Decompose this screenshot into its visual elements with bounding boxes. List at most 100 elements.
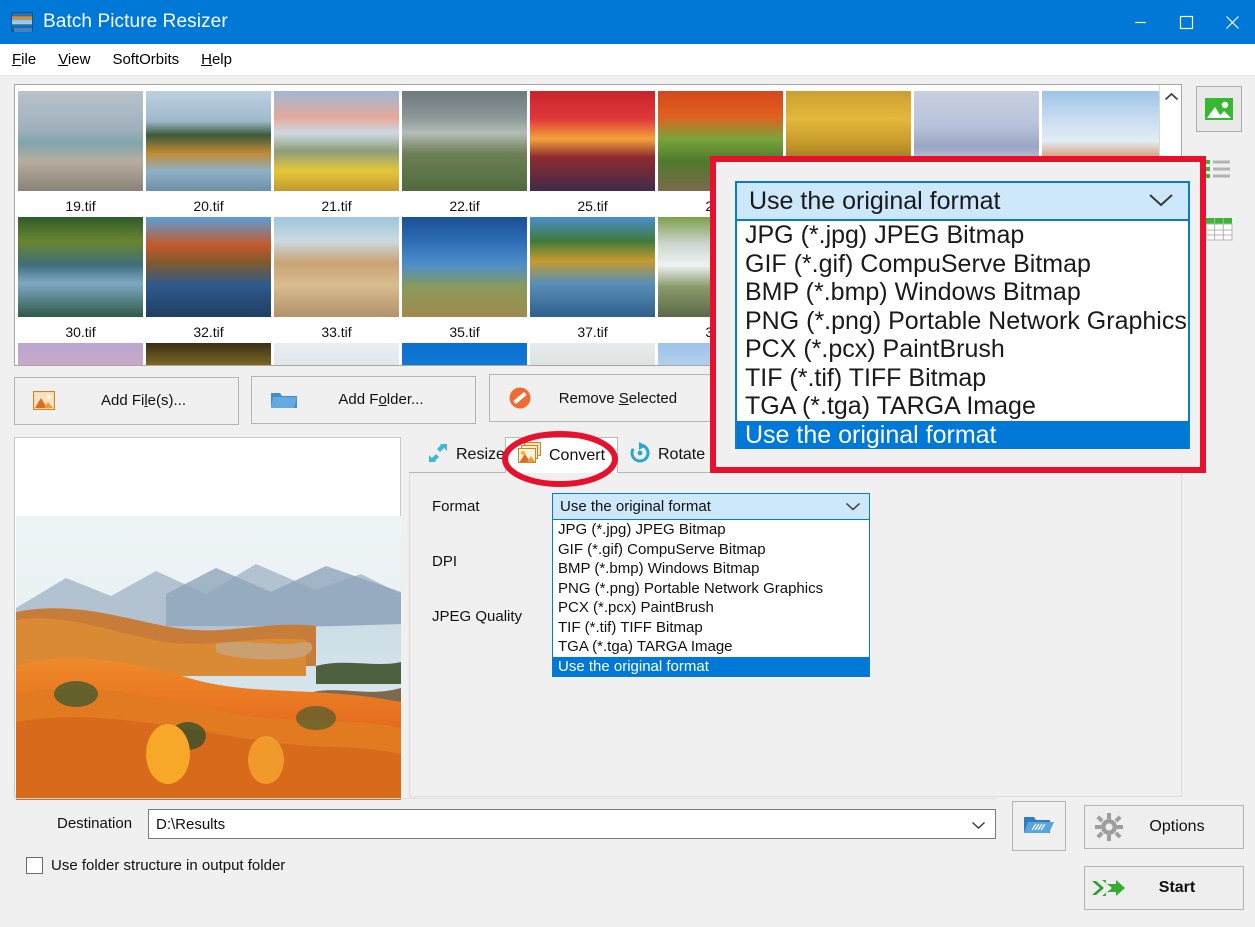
use-folder-structure-checkbox-row[interactable]: Use folder structure in output folder	[26, 857, 285, 874]
thumbnail-item[interactable]: 35.tif	[402, 321, 527, 366]
thumbnail-item[interactable]: 25.tif	[530, 195, 655, 321]
magnified-format-option[interactable]: TIF (*.tif) TIFF Bitmap	[737, 364, 1188, 393]
thumbnail-image[interactable]	[146, 343, 271, 366]
magnified-format-option[interactable]: JPG (*.jpg) JPEG Bitmap	[737, 221, 1188, 250]
thumbnail-item[interactable]: 6.tif	[146, 84, 271, 195]
menu-item-view[interactable]: View	[48, 49, 100, 70]
tab-resize[interactable]: Resize	[415, 437, 517, 473]
thumbnail-image[interactable]	[274, 91, 399, 191]
magnified-format-option[interactable]: PNG (*.png) Portable Network Graphics	[737, 307, 1188, 336]
open-folder-icon	[1023, 811, 1055, 842]
magnified-combobox-value: Use the original format	[749, 187, 1001, 216]
thumbnail-caption: 25.tif	[530, 195, 655, 217]
gear-icon	[1085, 813, 1133, 841]
format-label: Format	[432, 498, 480, 515]
menu-item-help[interactable]: Help	[191, 49, 242, 70]
thumbnail-caption: 5.tif	[18, 84, 143, 91]
browse-destination-button[interactable]	[1012, 801, 1066, 851]
magnified-format-option[interactable]: TGA (*.tga) TARGA Image	[737, 392, 1188, 421]
thumbnail-image[interactable]	[146, 91, 271, 191]
no-entry-icon	[508, 386, 536, 410]
add-files-button[interactable]: Add File(s)...	[14, 377, 239, 425]
format-option[interactable]: PNG (*.png) Portable Network Graphics	[553, 579, 869, 599]
magnified-format-option[interactable]: BMP (*.bmp) Windows Bitmap	[737, 278, 1188, 307]
thumbnail-image[interactable]	[402, 217, 527, 317]
use-folder-structure-checkbox[interactable]	[26, 857, 43, 874]
window-title: Batch Picture Resizer	[43, 11, 228, 33]
add-folder-label: Add Folder...	[298, 391, 475, 408]
dpi-label: DPI	[432, 553, 457, 570]
format-option[interactable]: GIF (*.gif) CompuServe Bitmap	[553, 540, 869, 560]
thumbnail-image[interactable]	[18, 91, 143, 191]
thumbnail-item[interactable]: 22.tif	[402, 195, 527, 321]
thumbnail-item[interactable]: 19.tif	[18, 195, 143, 321]
chevron-up-icon[interactable]	[1160, 85, 1182, 109]
remove-selected-button[interactable]: Remove Selected	[489, 374, 713, 422]
destination-input[interactable]: D:\Results	[148, 809, 996, 839]
add-files-label: Add File(s)...	[61, 392, 238, 409]
thumbnail-item[interactable]: 20.tif	[146, 195, 271, 321]
preview-image	[16, 516, 401, 800]
thumbnail-item[interactable]: 10.tif	[402, 84, 527, 195]
thumbnail-image[interactable]	[146, 217, 271, 317]
close-button[interactable]	[1209, 0, 1255, 44]
menu-item-file[interactable]: File	[2, 49, 46, 70]
thumbnail-item[interactable]: 30.tif	[18, 321, 143, 366]
thumbnail-caption: 19.tif	[18, 195, 143, 217]
format-option[interactable]: JPG (*.jpg) JPEG Bitmap	[553, 520, 869, 540]
thumbnail-image[interactable]	[18, 343, 143, 366]
resize-arrow-icon	[427, 442, 449, 469]
format-combobox[interactable]: Use the original format	[552, 493, 870, 520]
format-option[interactable]: PCX (*.pcx) PaintBrush	[553, 598, 869, 618]
thumbnail-caption: 12.tif	[658, 84, 783, 91]
image-preview-panel[interactable]	[14, 437, 401, 797]
thumbnail-item[interactable]: 21.tif	[274, 195, 399, 321]
thumbnail-item[interactable]: 5.tif	[18, 84, 143, 195]
chevron-down-icon[interactable]	[845, 499, 861, 517]
tab-rotate[interactable]: Rotate	[617, 437, 717, 473]
magnified-format-combobox[interactable]: Use the original format	[735, 181, 1190, 221]
format-combobox-dropdown[interactable]: JPG (*.jpg) JPEG BitmapGIF (*.gif) Compu…	[552, 520, 870, 677]
thumbnail-image[interactable]	[530, 217, 655, 317]
thumbnail-image[interactable]	[274, 217, 399, 317]
file-actions-row: Add File(s)... Add Folder... Remove Sele…	[14, 374, 721, 425]
options-label: Options	[1133, 818, 1243, 836]
convert-pictures-icon	[518, 442, 542, 469]
thumbnail-image[interactable]	[274, 343, 399, 366]
maximize-button[interactable]	[1163, 0, 1209, 44]
thumbnail-item[interactable]: 33.tif	[274, 321, 399, 366]
magnified-format-option[interactable]: GIF (*.gif) CompuServe Bitmap	[737, 250, 1188, 279]
chevron-down-icon[interactable]	[971, 817, 986, 835]
menu-item-softorbits[interactable]: SoftOrbits	[102, 49, 189, 70]
format-option[interactable]: BMP (*.bmp) Windows Bitmap	[553, 559, 869, 579]
tab-convert[interactable]: Convert	[505, 437, 618, 474]
application-window: Batch Picture Resizer File View SoftOrbi…	[0, 0, 1255, 927]
magnified-dropdown-list[interactable]: JPG (*.jpg) JPEG BitmapGIF (*.gif) Compu…	[735, 221, 1190, 449]
format-option[interactable]: Use the original format	[553, 657, 869, 677]
thumbnail-item[interactable]: 11.tif	[530, 84, 655, 195]
thumbnail-item[interactable]: 37.tif	[530, 321, 655, 366]
add-folder-button[interactable]: Add Folder...	[251, 376, 476, 424]
thumbnail-image[interactable]	[530, 91, 655, 191]
thumbnail-caption: 22.tif	[402, 195, 527, 217]
thumbnail-image[interactable]	[530, 343, 655, 366]
thumbnail-item[interactable]: 32.tif	[146, 321, 271, 366]
magnified-format-option[interactable]: PCX (*.pcx) PaintBrush	[737, 335, 1188, 364]
start-button[interactable]: Start	[1084, 866, 1244, 910]
magnified-format-option[interactable]: Use the original format	[737, 421, 1188, 450]
minimize-button[interactable]	[1117, 0, 1163, 44]
thumbnail-caption: 30.tif	[18, 321, 143, 343]
app-logo-icon	[11, 12, 33, 32]
chevron-down-icon[interactable]	[1148, 192, 1174, 213]
thumbnail-image[interactable]	[18, 217, 143, 317]
thumbnail-item[interactable]: 7.tif	[274, 84, 399, 195]
format-option[interactable]: TIF (*.tif) TIFF Bitmap	[553, 618, 869, 638]
picture-add-icon	[33, 391, 61, 410]
thumbnail-image[interactable]	[402, 343, 527, 366]
thumbnail-caption: 18.tif	[1042, 84, 1167, 91]
options-button[interactable]: Options	[1084, 805, 1244, 849]
thumbnail-image[interactable]	[402, 91, 527, 191]
format-option[interactable]: TGA (*.tga) TARGA Image	[553, 637, 869, 657]
thumbnail-view-icon[interactable]	[1196, 86, 1242, 132]
use-folder-structure-label: Use folder structure in output folder	[51, 857, 285, 874]
